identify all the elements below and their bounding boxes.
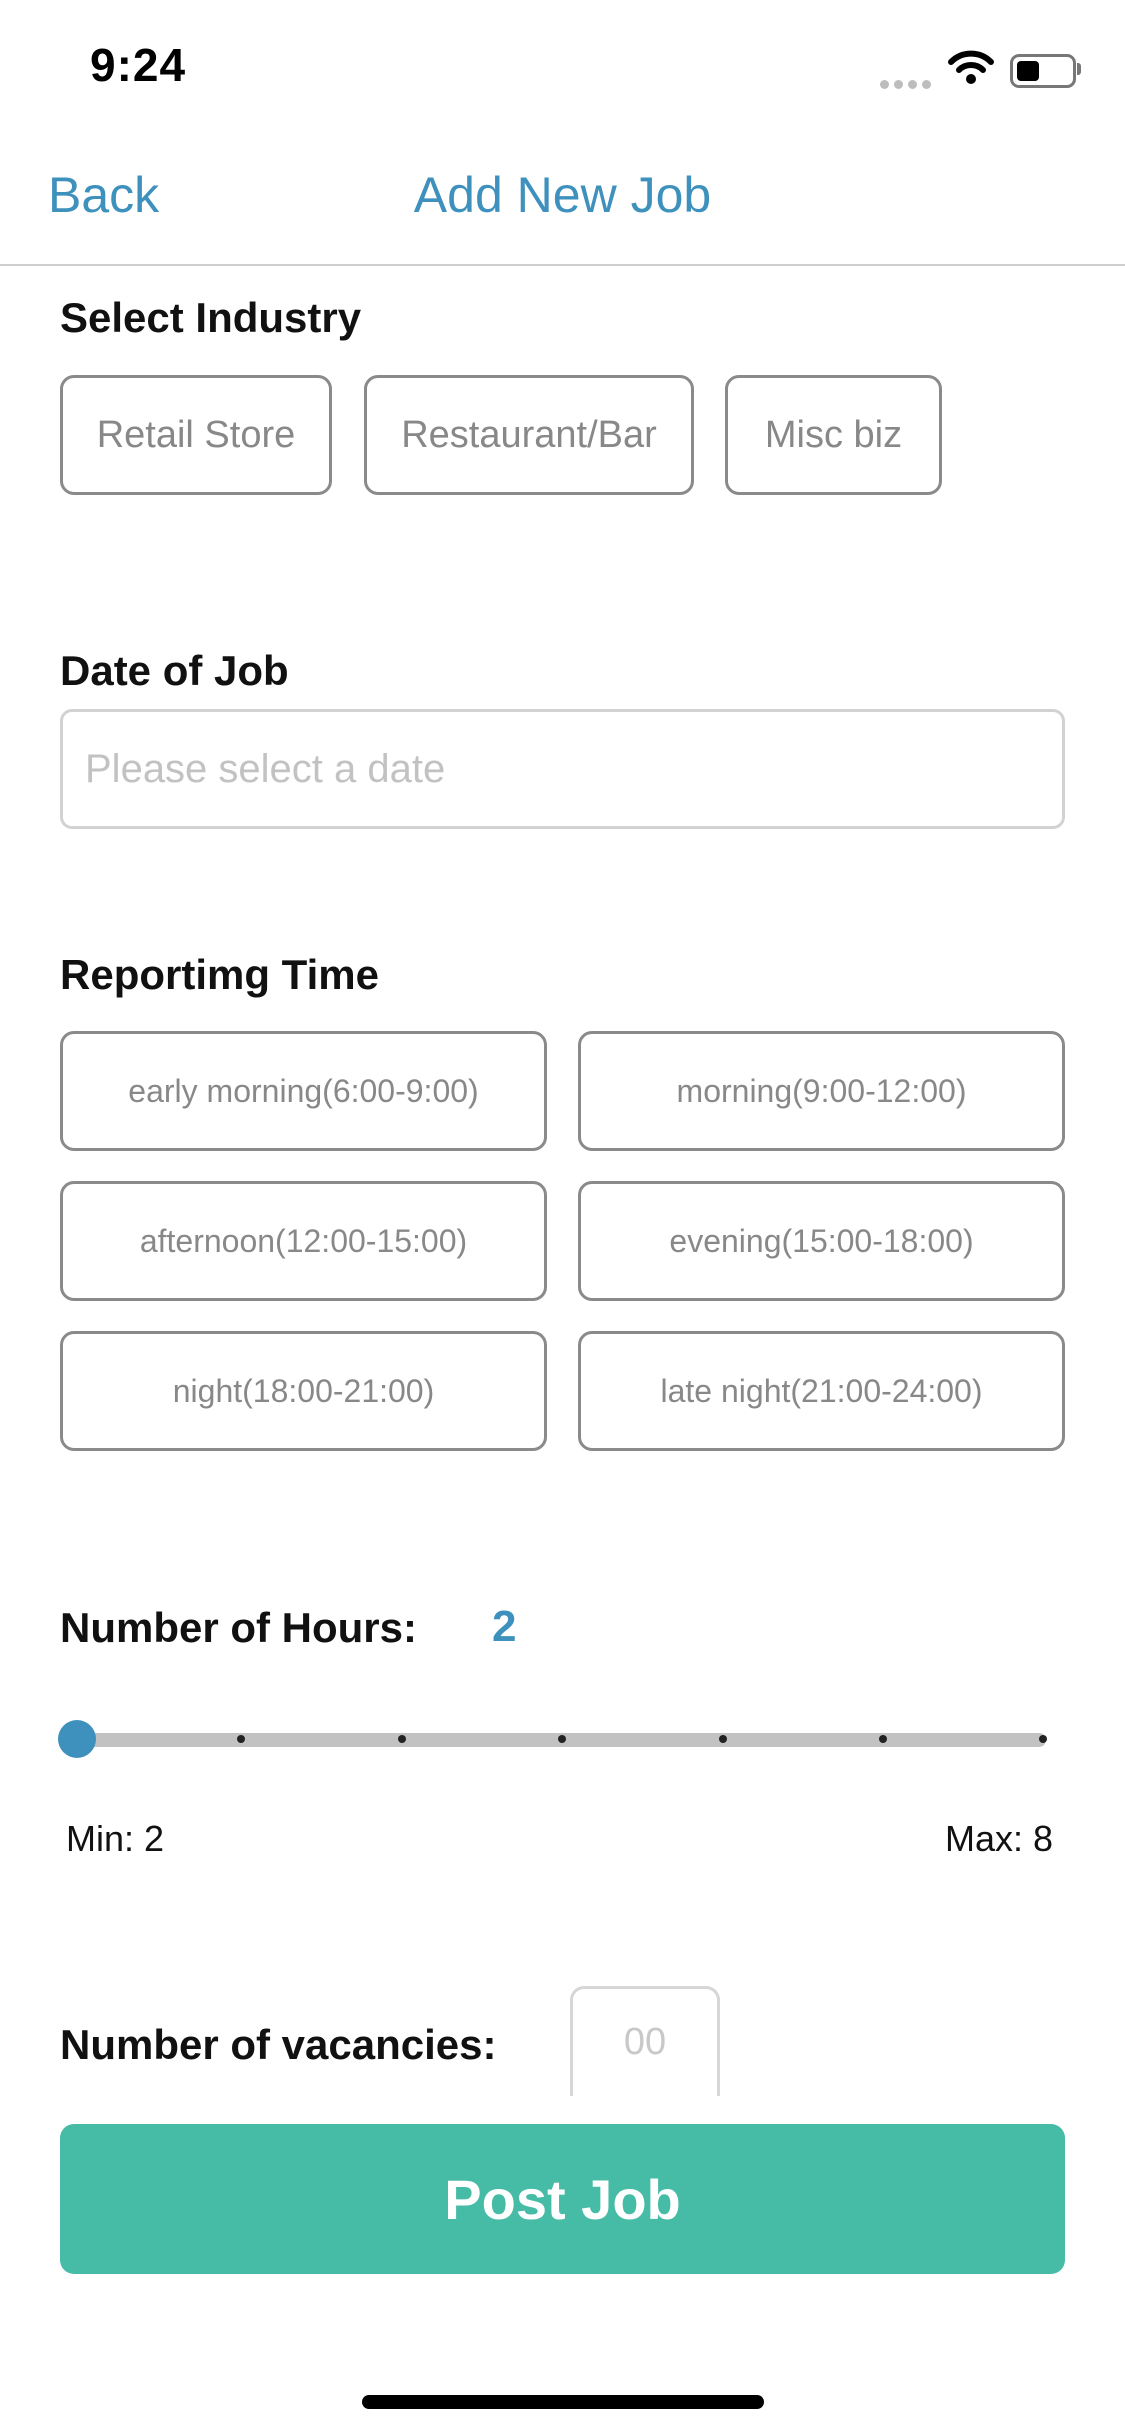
vacancies-label: Number of vacancies: xyxy=(60,2021,497,2068)
industry-option-misc[interactable]: Misc biz xyxy=(725,375,942,495)
post-job-button[interactable]: Post Job xyxy=(60,2124,1065,2274)
time-option-night[interactable]: night(18:00-21:00) xyxy=(60,1331,547,1451)
slider-tick xyxy=(237,1735,245,1743)
date-label: Date of Job xyxy=(60,647,289,694)
vacancies-input[interactable]: 00 xyxy=(570,1986,720,2096)
hours-value: 2 xyxy=(492,1602,517,1651)
wifi-icon xyxy=(948,50,994,89)
cellular-signal-icon xyxy=(880,76,936,94)
hours-min-label: Min: 2 xyxy=(66,1818,165,1859)
reporting-time-label: Reportimg Time xyxy=(60,951,379,998)
status-time: 9:24 xyxy=(90,39,187,91)
slider-tick xyxy=(558,1735,566,1743)
slider-tick xyxy=(719,1735,727,1743)
hours-max-label: Max: 8 xyxy=(945,1818,1054,1859)
time-option-late-night[interactable]: late night(21:00-24:00) xyxy=(578,1331,1065,1451)
hours-label: Number of Hours: xyxy=(60,1604,417,1651)
slider-tick xyxy=(879,1735,887,1743)
industry-option-retail[interactable]: Retail Store xyxy=(60,375,332,495)
slider-tick xyxy=(398,1735,406,1743)
battery-icon xyxy=(1010,54,1076,88)
nav-divider xyxy=(0,264,1125,266)
page-title: Add New Job xyxy=(413,167,712,223)
slider-tick xyxy=(1039,1735,1047,1743)
time-option-afternoon[interactable]: afternoon(12:00-15:00) xyxy=(60,1181,547,1301)
time-option-evening[interactable]: evening(15:00-18:00) xyxy=(578,1181,1065,1301)
date-input[interactable]: Please select a date xyxy=(60,709,1065,829)
time-option-morning[interactable]: morning(9:00-12:00) xyxy=(578,1031,1065,1151)
home-indicator[interactable] xyxy=(362,2395,764,2409)
industry-option-restaurant[interactable]: Restaurant/Bar xyxy=(364,375,694,495)
time-option-early-morning[interactable]: early morning(6:00-9:00) xyxy=(60,1031,547,1151)
industry-label: Select Industry xyxy=(60,294,362,341)
hours-slider-thumb[interactable] xyxy=(58,1720,96,1758)
battery-nub xyxy=(1077,63,1081,75)
